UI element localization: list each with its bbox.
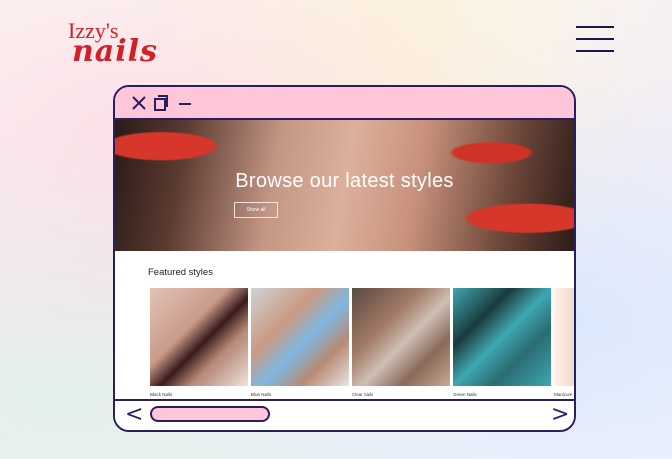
style-label: Black Nails: [150, 392, 173, 397]
logo-text-nails: nails: [72, 34, 158, 69]
close-icon[interactable]: [131, 95, 147, 111]
style-card[interactable]: Clear nails: [352, 288, 450, 398]
style-image: [352, 288, 450, 386]
style-image: [554, 288, 574, 386]
prev-arrow-icon[interactable]: <: [125, 404, 143, 426]
copy-icon[interactable]: [153, 95, 169, 111]
featured-heading: Featured styles: [148, 267, 213, 278]
style-label: Blue Nails: [251, 392, 272, 397]
browser-window: Browse our latest styles Show all Featur…: [113, 85, 576, 432]
next-arrow-icon[interactable]: >: [551, 404, 569, 426]
window-bottombar: < >: [115, 399, 574, 430]
style-card[interactable]: Blue Nails: [251, 288, 349, 398]
style-image: [453, 288, 551, 386]
minimize-icon[interactable]: [177, 95, 193, 111]
featured-cards: Black Nails Blue Nails Clear nails Green…: [150, 288, 574, 398]
style-label: Clear nails: [352, 392, 374, 397]
style-label: Green Nails: [453, 392, 477, 397]
hamburger-menu-icon[interactable]: [576, 26, 616, 54]
logo[interactable]: Izzy's nails: [68, 18, 168, 69]
style-card[interactable]: Green Nails: [453, 288, 551, 398]
style-label: Manicure: [554, 392, 573, 397]
style-card[interactable]: Black Nails: [150, 288, 248, 398]
style-card[interactable]: Manicure: [554, 288, 574, 398]
horizontal-scrollbar[interactable]: [150, 406, 270, 422]
hero-banner: Browse our latest styles Show all: [115, 120, 574, 251]
window-titlebar: [115, 87, 574, 120]
style-image: [150, 288, 248, 386]
hero-title: Browse our latest styles: [235, 170, 454, 192]
style-image: [251, 288, 349, 386]
show-all-button[interactable]: Show all: [234, 202, 278, 218]
